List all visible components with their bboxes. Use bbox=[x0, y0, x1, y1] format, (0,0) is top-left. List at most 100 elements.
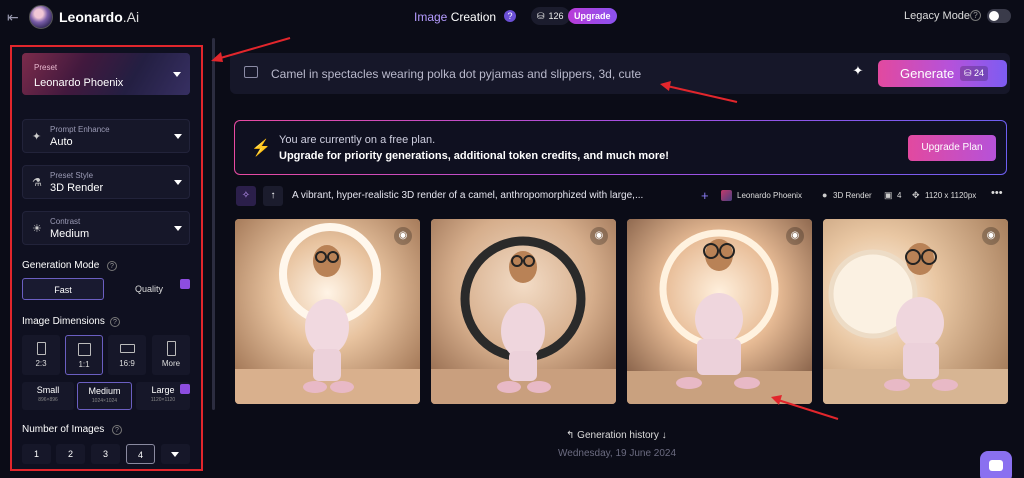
exit-arrow-icon[interactable]: ⇤ bbox=[7, 9, 19, 26]
count-1-button[interactable]: 1 bbox=[22, 444, 51, 464]
prompt-input[interactable]: Camel in spectacles wearing polka dot py… bbox=[271, 67, 641, 81]
size-dims: 896×896 bbox=[38, 397, 58, 403]
ratio-1-1-button[interactable]: 1:1 bbox=[65, 335, 103, 375]
token-balance[interactable]: ⛁ 126 bbox=[531, 7, 570, 25]
chevron-down-icon bbox=[174, 134, 182, 139]
eye-icon[interactable]: ◉ bbox=[982, 227, 1000, 245]
more-options-icon[interactable]: ••• bbox=[991, 187, 1003, 199]
upgrade-plan-button[interactable]: Upgrade Plan bbox=[908, 135, 996, 161]
ratio-label: More bbox=[161, 359, 181, 368]
generation-size: 1120 x 1120px bbox=[925, 191, 977, 200]
upgrade-button[interactable]: Upgrade bbox=[568, 8, 617, 24]
annotation-arrow-prompt bbox=[660, 81, 738, 103]
page-title-part2: Creation bbox=[450, 10, 497, 24]
legacy-mode-toggle[interactable] bbox=[987, 9, 1011, 23]
plus-icon[interactable]: + bbox=[701, 188, 709, 203]
page-title: Image Creation bbox=[414, 10, 496, 24]
preset-label: Preset bbox=[34, 63, 58, 72]
preset-dropdown[interactable]: Preset Leonardo Phoenix bbox=[22, 53, 190, 95]
generate-token-count: 24 bbox=[974, 68, 985, 78]
size-small-button[interactable]: Small 896×896 bbox=[22, 382, 74, 410]
generation-count: 4 bbox=[897, 191, 902, 200]
ratio-more-button[interactable]: More bbox=[152, 335, 190, 375]
image-dimensions-label: Image Dimensions bbox=[22, 316, 105, 327]
settings-sidebar: Preset Leonardo Phoenix ✦ Prompt Enhance… bbox=[10, 45, 203, 471]
count-2-button[interactable]: 2 bbox=[56, 444, 85, 464]
top-bar: ⇤ Leonardo.Ai Image Creation ? ⛁ 126 Upgr… bbox=[0, 0, 1024, 34]
generate-token-cost: ⛁ 24 bbox=[960, 66, 989, 81]
preset-value: Leonardo Phoenix bbox=[34, 77, 124, 89]
size-name: Medium bbox=[88, 386, 121, 396]
camel-image-3 bbox=[627, 219, 812, 404]
page-title-part1: Image bbox=[414, 10, 448, 24]
legacy-help-icon[interactable]: ? bbox=[970, 10, 981, 21]
preset-style-label: Preset Style bbox=[50, 171, 94, 180]
brand-text: Leonardo bbox=[59, 9, 123, 25]
sidebar-scrollbar[interactable] bbox=[212, 38, 215, 410]
arrow-up-icon[interactable]: ↑ bbox=[263, 186, 283, 206]
magic-wand-icon[interactable]: ✧ bbox=[236, 186, 256, 206]
generated-image-2[interactable]: ◉ bbox=[431, 219, 616, 404]
legacy-mode-label: Legacy Mode bbox=[904, 10, 971, 22]
generated-image-3[interactable]: ◉ bbox=[627, 219, 812, 404]
generated-image-4[interactable]: ◉ bbox=[823, 219, 1008, 404]
ratio-label: 16:9 bbox=[119, 359, 135, 368]
contrast-dropdown[interactable]: ☀ Contrast Medium bbox=[22, 211, 190, 245]
size-medium-button[interactable]: Medium 1024×1024 bbox=[77, 382, 132, 410]
help-icon[interactable]: ? bbox=[107, 261, 117, 271]
eye-icon[interactable]: ◉ bbox=[786, 227, 804, 245]
size-name: Small bbox=[36, 385, 60, 395]
drop-icon: ● bbox=[822, 190, 828, 200]
count-3-button[interactable]: 3 bbox=[91, 444, 120, 464]
ratio-2-3-button[interactable]: 2:3 bbox=[22, 335, 60, 375]
help-icon[interactable]: ? bbox=[110, 317, 120, 327]
chevron-down-icon bbox=[174, 180, 182, 185]
eye-icon[interactable]: ◉ bbox=[590, 227, 608, 245]
generation-prompt: A vibrant, hyper-realistic 3D render of … bbox=[292, 190, 644, 201]
eye-icon[interactable]: ◉ bbox=[394, 227, 412, 245]
token-icon: ⛁ bbox=[537, 10, 545, 21]
generation-history-link[interactable]: ↰ Generation history ↓ bbox=[566, 430, 667, 441]
camel-image-2 bbox=[431, 219, 616, 404]
annotation-arrow-preset bbox=[211, 37, 291, 62]
help-icon[interactable]: ? bbox=[504, 10, 516, 22]
generate-button[interactable]: Generate ⛁ 24 bbox=[878, 60, 1007, 87]
ratio-16-9-button[interactable]: 16:9 bbox=[108, 335, 146, 375]
image-count-icon: ▣ bbox=[884, 190, 893, 200]
generation-header: ✧ ↑ A vibrant, hyper-realistic 3D render… bbox=[234, 186, 1009, 208]
number-of-images-label: Number of Images bbox=[22, 424, 105, 435]
portrait-ratio-icon bbox=[36, 342, 46, 355]
generate-label: Generate bbox=[900, 66, 955, 81]
lightning-icon: ⚡ bbox=[251, 140, 271, 157]
chevron-down-icon bbox=[173, 72, 181, 77]
banner-line1: You are currently on a free plan. bbox=[279, 134, 436, 146]
chat-support-icon[interactable] bbox=[980, 451, 1012, 478]
sparkle-icon[interactable]: ✦ bbox=[848, 63, 868, 83]
brand-name[interactable]: Leonardo.Ai bbox=[59, 9, 139, 25]
banner-line2: Upgrade for priority generations, additi… bbox=[279, 150, 669, 162]
count-more-button[interactable] bbox=[161, 444, 190, 464]
generation-preset: Leonardo Phoenix bbox=[737, 191, 802, 200]
preset-style-dropdown[interactable]: ⚗ Preset Style 3D Render bbox=[22, 165, 190, 199]
logo-avatar bbox=[29, 5, 53, 29]
annotation-arrow-images bbox=[771, 395, 839, 420]
generated-image-1[interactable]: ◉ bbox=[235, 219, 420, 404]
mode-fast-button[interactable]: Fast bbox=[22, 278, 104, 300]
prompt-enhance-label: Prompt Enhance bbox=[50, 125, 110, 134]
chevron-down-icon bbox=[174, 226, 182, 231]
size-dims: 1120×1120 bbox=[150, 397, 176, 403]
sparkle-icon: ✦ bbox=[32, 131, 42, 143]
camel-image-1 bbox=[235, 219, 420, 404]
prompt-enhance-dropdown[interactable]: ✦ Prompt Enhance Auto bbox=[22, 119, 190, 153]
premium-badge-icon bbox=[180, 279, 190, 289]
more-ratio-icon bbox=[166, 341, 176, 356]
help-icon[interactable]: ? bbox=[112, 425, 122, 435]
flask-icon: ⚗ bbox=[32, 177, 42, 189]
preset-thumbnail bbox=[721, 190, 732, 201]
prompt-enhance-value: Auto bbox=[50, 136, 73, 148]
image-upload-icon[interactable] bbox=[244, 66, 258, 78]
chevron-down-icon: ↓ bbox=[658, 430, 667, 441]
count-4-button[interactable]: 4 bbox=[126, 444, 155, 464]
mode-quality-button[interactable]: Quality bbox=[108, 278, 190, 300]
ratio-label: 2:3 bbox=[35, 359, 47, 368]
